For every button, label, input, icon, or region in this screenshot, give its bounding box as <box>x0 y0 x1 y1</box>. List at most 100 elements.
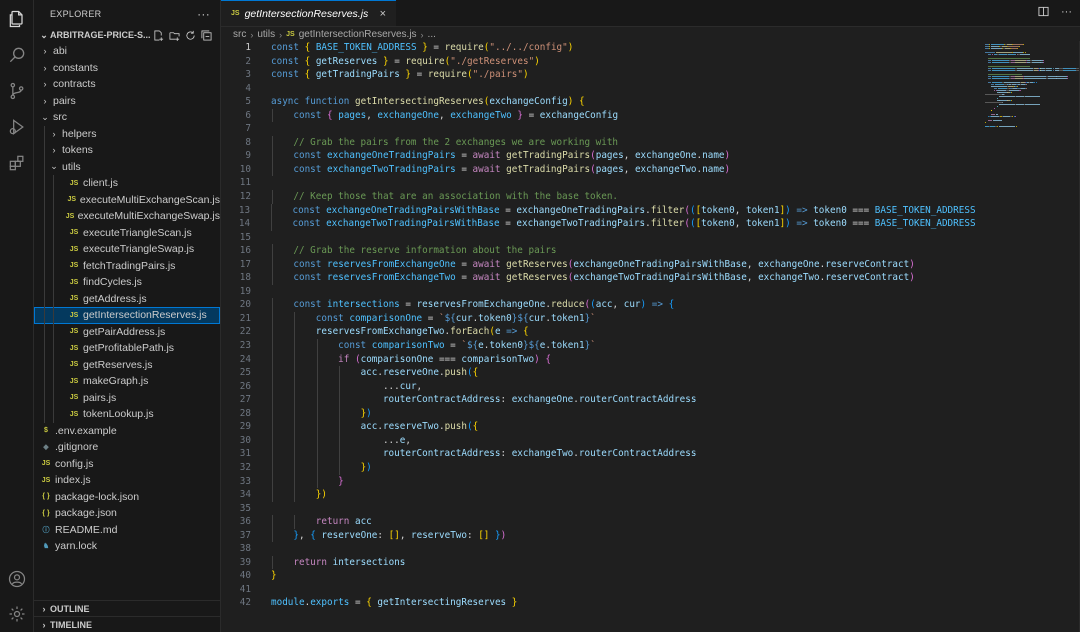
indent-guide <box>44 224 45 241</box>
indent-guide <box>272 515 273 529</box>
indent-guide <box>272 108 273 123</box>
file-item[interactable]: JS getAddress.js <box>34 290 220 307</box>
more-actions-icon[interactable]: ··· <box>197 7 210 21</box>
indent-guide <box>316 352 318 367</box>
new-folder-icon[interactable] <box>168 29 180 41</box>
line-number: 40 <box>239 570 251 582</box>
code-text: }) <box>251 406 372 421</box>
minimap-token <box>992 68 1015 70</box>
file-item[interactable]: JS getProfitablePath.js <box>34 340 220 357</box>
minimap-token <box>999 96 1015 98</box>
split-editor-icon[interactable] <box>1038 6 1049 20</box>
file-item[interactable]: JS executeTriangleSwap.js <box>34 241 220 258</box>
account-icon[interactable] <box>6 568 28 590</box>
file-item[interactable]: JS config.js <box>34 456 220 473</box>
indent-guide <box>53 356 54 373</box>
file-item[interactable]: JS getReserves.js <box>34 356 220 373</box>
code-text: async function getIntersectingReserves(e… <box>271 96 585 108</box>
file-item[interactable]: { } package-lock.json <box>34 489 220 506</box>
breadcrumb-src[interactable]: src <box>233 29 246 40</box>
breadcrumb-file[interactable]: getIntersectionReserves.js <box>299 29 417 40</box>
code-text: reservesFromExchangeTwo.forEach(e => { <box>251 325 529 340</box>
settings-gear-icon[interactable] <box>6 603 28 625</box>
new-file-icon[interactable] <box>152 29 164 41</box>
file-item[interactable]: JS makeGraph.js <box>34 373 220 390</box>
folder-item[interactable]: › tokens <box>34 142 220 159</box>
folder-item[interactable]: ⌄ utils <box>34 158 220 175</box>
folder-item[interactable]: › pairs <box>34 93 220 110</box>
file-item[interactable]: JS getIntersectionReserves.js <box>34 307 220 324</box>
timeline-section[interactable]: › TIMELINE <box>34 616 220 632</box>
tab-getIntersectionReserves[interactable]: JS getIntersectionReserves.js × <box>221 0 396 26</box>
code-line: 9 const exchangeOneTradingPairs = await … <box>221 149 981 163</box>
folder-item[interactable]: › contracts <box>34 76 220 93</box>
file-item[interactable]: JS executeTriangleScan.js <box>34 224 220 241</box>
indent-guide <box>44 191 45 208</box>
file-item[interactable]: { } package.json <box>34 505 220 522</box>
line-number: 33 <box>239 475 251 487</box>
file-item[interactable]: JS tokenLookup.js <box>34 406 220 423</box>
file-item[interactable]: JS index.js <box>34 472 220 489</box>
indent-guide <box>316 406 318 421</box>
folder-item[interactable]: › constants <box>34 60 220 77</box>
chevron-right-icon: › <box>420 29 424 40</box>
minimap-token <box>1062 68 1076 70</box>
folder-item[interactable]: › abi <box>34 43 220 60</box>
minimap-token <box>985 102 1002 104</box>
file-item[interactable]: JS executeMultiExchangeSwap.js <box>34 208 220 225</box>
minimap-token <box>1016 68 1034 70</box>
file-item[interactable]: JS client.js <box>34 175 220 192</box>
run-debug-icon[interactable] <box>6 116 28 138</box>
line-number: 3 <box>245 69 251 81</box>
search-icon[interactable] <box>6 44 28 66</box>
code-line: 23 const comparisonTwo = `${e.token0}${e… <box>221 339 981 353</box>
breadcrumb-utils[interactable]: utils <box>257 29 275 40</box>
minimap-token <box>1015 78 1024 80</box>
file-item[interactable]: ♞ yarn.lock <box>34 538 220 555</box>
close-icon[interactable]: × <box>380 8 386 20</box>
more-actions-icon[interactable]: ··· <box>1061 6 1072 20</box>
minimap-token <box>985 44 989 46</box>
minimap-token <box>1009 90 1019 92</box>
code-editor[interactable]: 1 const { BASE_TOKEN_ADDRESS } = require(… <box>221 41 981 632</box>
files-icon[interactable] <box>6 8 28 30</box>
file-item[interactable]: $ .env.example <box>34 423 220 440</box>
tree-item-label: tokenLookup.js <box>83 408 154 421</box>
outline-section[interactable]: › OUTLINE <box>34 600 220 617</box>
code-text: acc.reserveOne.push({ <box>251 366 478 380</box>
file-item[interactable]: ⓘ README.md <box>34 522 220 539</box>
file-item[interactable]: JS pairs.js <box>34 389 220 406</box>
file-item[interactable]: ◆ .gitignore <box>34 439 220 456</box>
indent-guide <box>316 474 318 489</box>
source-control-icon[interactable] <box>6 80 28 102</box>
project-folder-row[interactable]: ⌄ ARBITRAGE-PRICE-S... <box>34 27 220 43</box>
minimap-token <box>1010 78 1015 80</box>
file-item[interactable]: JS getPairAddress.js <box>34 323 220 340</box>
extensions-icon[interactable] <box>6 152 28 174</box>
minimap-token <box>997 106 998 108</box>
breadcrumb-symbol[interactable]: ... <box>428 29 436 40</box>
line-number: 35 <box>239 502 251 514</box>
minimap-token <box>991 110 993 112</box>
line-number: 22 <box>239 326 251 338</box>
file-item[interactable]: JS fetchTradingPairs.js <box>34 257 220 274</box>
folder-item[interactable]: ⌄ src <box>34 109 220 126</box>
refresh-icon[interactable] <box>184 29 196 41</box>
minimap-token <box>987 78 992 80</box>
tree-item-label: findCycles.js <box>83 276 142 289</box>
minimap-token <box>1043 60 1045 62</box>
minimap[interactable] <box>981 41 1080 632</box>
file-item[interactable]: JS findCycles.js <box>34 274 220 291</box>
folder-item[interactable]: › helpers <box>34 125 220 142</box>
indent-guide <box>272 366 273 380</box>
tree-item-label: package-lock.json <box>55 490 140 503</box>
minimap-token <box>1047 76 1056 78</box>
minimap-token <box>998 126 1016 128</box>
tree-item-label: yarn.lock <box>55 540 98 553</box>
indent-guide <box>44 389 45 406</box>
minimap-token <box>1026 88 1027 90</box>
collapse-all-icon[interactable] <box>200 29 212 41</box>
file-item[interactable]: JS executeMultiExchangeScan.js <box>34 191 220 208</box>
indent-guide <box>316 393 318 407</box>
